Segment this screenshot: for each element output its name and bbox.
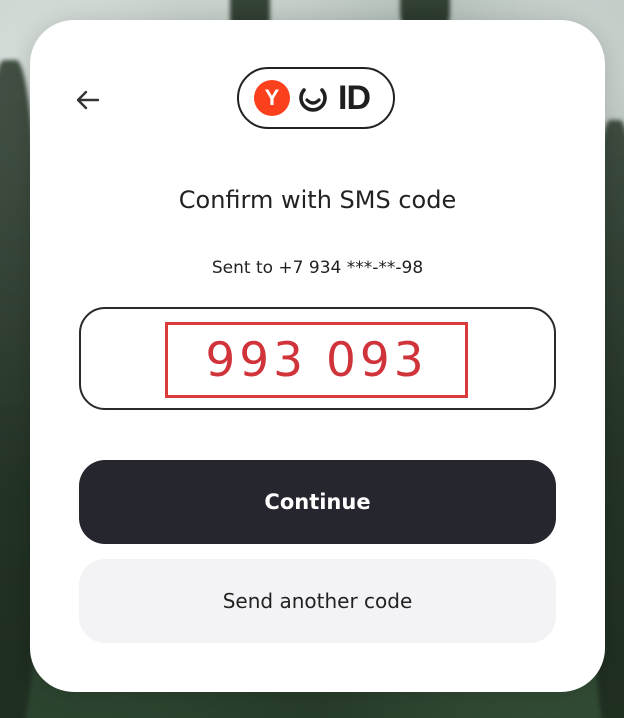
page-title: Confirm with SMS code (178, 186, 457, 214)
send-another-code-button[interactable]: Send another code (79, 559, 556, 643)
logo-y-badge: Y (254, 80, 290, 116)
logo-id-text: ID (338, 78, 371, 117)
back-button[interactable] (70, 82, 106, 118)
yandex-id-logo: Y ID (237, 67, 395, 129)
sent-to-phone-text: Sent to +7 934 ***-**-98 (211, 258, 424, 278)
continue-button[interactable]: Continue (79, 460, 556, 544)
auth-card: Y ID Confirm with SMS code Sent to +7 93… (30, 20, 605, 692)
sms-code-value: 993 093 (205, 332, 428, 388)
smile-icon (299, 88, 327, 112)
sms-code-input[interactable]: 993 093 (79, 307, 556, 410)
arrow-left-icon (76, 90, 100, 110)
